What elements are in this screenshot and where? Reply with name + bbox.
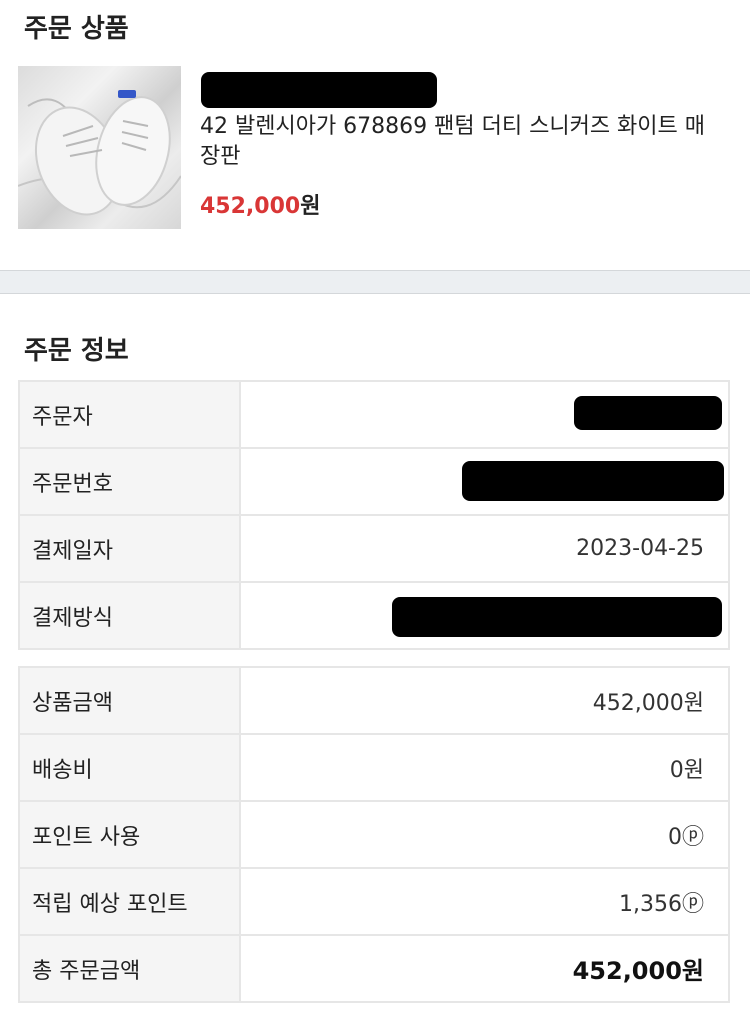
table-row: 총 주문금액 452,000원 xyxy=(18,934,730,1003)
points-used-label: 포인트 사용 xyxy=(18,800,241,869)
product-card[interactable]: 42 발렌시아가 678869 팬텀 더티 스니커즈 화이트 매장판 452,0… xyxy=(18,66,732,230)
redacted-seller xyxy=(201,72,437,108)
redacted-payment-method xyxy=(392,597,722,637)
section-divider xyxy=(0,270,750,294)
table-row: 상품금액 452,000원 xyxy=(18,666,730,735)
order-info-table: 주문자 주문번호 결제일자 2023-04-25 결제방식 xyxy=(18,380,730,650)
order-number-label: 주문번호 xyxy=(18,447,241,516)
product-amount-value: 452,000원 xyxy=(239,666,730,735)
table-row: 주문자 xyxy=(18,380,730,449)
expected-points-label: 적립 예상 포인트 xyxy=(18,867,241,936)
product-price: 452,000원 xyxy=(200,188,320,220)
sneaker-illustration xyxy=(18,90,181,216)
product-price-unit: 원 xyxy=(300,194,321,219)
order-product-title: 주문 상품 xyxy=(24,14,129,44)
shipping-fee-label: 배송비 xyxy=(18,733,241,802)
table-row: 배송비 0원 xyxy=(18,733,730,802)
payment-summary-table: 상품금액 452,000원 배송비 0원 포인트 사용 0ⓟ 적립 예상 포인트… xyxy=(18,666,730,1003)
shipping-fee-value: 0원 xyxy=(239,733,730,802)
payment-method-value xyxy=(239,581,730,650)
table-row: 결제방식 xyxy=(18,581,730,650)
order-info-title: 주문 정보 xyxy=(24,336,129,366)
points-used-value: 0ⓟ xyxy=(239,800,730,869)
total-amount-label: 총 주문금액 xyxy=(18,934,241,1003)
payment-method-label: 결제방식 xyxy=(18,581,241,650)
table-row: 주문번호 xyxy=(18,447,730,516)
payment-date-label: 결제일자 xyxy=(18,514,241,583)
table-row: 포인트 사용 0ⓟ xyxy=(18,800,730,869)
product-price-number: 452,000 xyxy=(200,194,301,219)
orderer-value xyxy=(239,380,730,449)
product-amount-label: 상품금액 xyxy=(18,666,241,735)
order-number-value xyxy=(239,447,730,516)
expected-points-value: 1,356ⓟ xyxy=(239,867,730,936)
orderer-label: 주문자 xyxy=(18,380,241,449)
redacted-orderer xyxy=(574,396,722,430)
product-image[interactable] xyxy=(18,66,181,229)
redacted-order-number xyxy=(462,461,724,501)
table-row: 결제일자 2023-04-25 xyxy=(18,514,730,583)
table-row: 적립 예상 포인트 1,356ⓟ xyxy=(18,867,730,936)
payment-date-value: 2023-04-25 xyxy=(239,514,730,583)
total-amount-value: 452,000원 xyxy=(239,934,730,1003)
product-name[interactable]: 42 발렌시아가 678869 팬텀 더티 스니커즈 화이트 매장판 xyxy=(200,112,720,172)
